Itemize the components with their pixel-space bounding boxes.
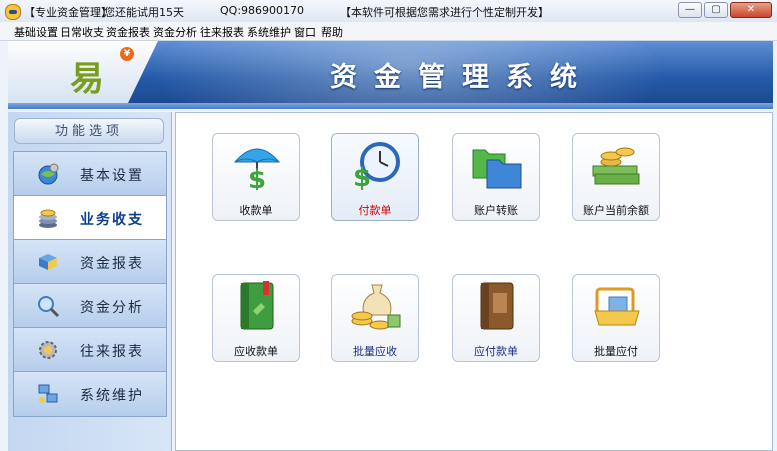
menu-analysis[interactable]: 资金分析 [153, 24, 197, 40]
menu-reports[interactable]: 资金报表 [106, 24, 150, 40]
menu-maintenance[interactable]: 系统维护 [247, 24, 291, 40]
payment-tile[interactable]: $ 付款单 [331, 133, 419, 221]
sidebar-item-label: 资金分析 [80, 300, 144, 316]
sidebar-list: 基本设置 业务收支 资金报表 资金分析 往来报表 系统维护 [13, 151, 167, 417]
tile-label: 账户转账 [474, 204, 518, 217]
menu-window[interactable]: 窗口 [294, 24, 316, 40]
payable-tile[interactable]: 应付款单 [452, 274, 540, 362]
tile-label: 批量应收 [353, 345, 397, 358]
app-title: 资金管理系统 [330, 62, 594, 93]
tile-label: 批量应付 [594, 345, 638, 358]
sidebar: 功能选项 基本设置 业务收支 资金报表 资金分析 往来报表 系统维护 [8, 112, 172, 451]
account-balance-tile[interactable]: 账户当前余额 [572, 133, 660, 221]
sidebar-item-label: 业务收支 [80, 212, 144, 228]
sidebar-item-system-maintenance[interactable]: 系统维护 [14, 372, 166, 416]
sidebar-item-label: 系统维护 [80, 388, 144, 404]
sidebar-header: 功能选项 [14, 118, 164, 144]
sidebar-item-fund-report[interactable]: 资金报表 [14, 240, 166, 284]
menu-bar: 基础设置 日常收支 资金报表 资金分析 往来报表 系统维护 窗口 帮助 [0, 22, 777, 41]
main-panel: $ 收款单 $ 付款单 账户转账 账户当前余额 应收款单 批量应收 应付款单 批… [175, 112, 773, 451]
sidebar-item-business[interactable]: 业务收支 [14, 196, 166, 240]
green-ledger-icon [240, 281, 274, 330]
menu-account-reports[interactable]: 往来报表 [200, 24, 244, 40]
gear-chart-icon [39, 341, 57, 359]
maximize-button[interactable]: ▢ [704, 2, 728, 18]
menu-daily[interactable]: 日常收支 [60, 24, 104, 40]
network-computer-icon [38, 384, 58, 403]
sidebar-item-basic-settings[interactable]: 基本设置 [14, 152, 166, 196]
money-bag-coins-icon [351, 284, 401, 330]
svg-text:$: $ [353, 163, 371, 190]
batch-payable-tile[interactable]: 批量应付 [572, 274, 660, 362]
magnifier-icon [38, 296, 60, 318]
tile-label: 付款单 [358, 204, 392, 217]
header-banner: 易 ¥ 资金管理系统 [8, 41, 773, 103]
yen-coin-icon: ¥ [120, 47, 134, 61]
title-trial: 您还能试用15天 [104, 6, 184, 19]
menu-basic-settings[interactable]: 基础设置 [14, 24, 58, 40]
wallet-card-icon [594, 287, 640, 326]
logo-character: 易 [70, 59, 104, 99]
receivable-tile[interactable]: 应收款单 [212, 274, 300, 362]
menu-help[interactable]: 帮助 [321, 24, 343, 40]
coin-stack-icon [39, 209, 57, 228]
sidebar-item-account-report[interactable]: 往来报表 [14, 328, 166, 372]
window-controls: — ▢ ✕ [678, 2, 772, 18]
receipt-tile[interactable]: $ 收款单 [212, 133, 300, 221]
folders-icon [472, 149, 522, 189]
tile-label: 收款单 [239, 204, 273, 217]
tile-label: 账户当前余额 [583, 204, 649, 217]
clock-dollar-icon: $ [353, 142, 400, 190]
title-qq: QQ:986900170 [220, 4, 305, 17]
close-button[interactable]: ✕ [730, 2, 772, 18]
tile-label: 应收款单 [234, 345, 278, 358]
sidebar-item-label: 往来报表 [80, 344, 144, 360]
batch-receivable-tile[interactable]: 批量应收 [331, 274, 419, 362]
account-transfer-tile[interactable]: 账户转账 [452, 133, 540, 221]
title-app-name: 【专业资金管理】 [24, 6, 112, 19]
title-bar: 【专业资金管理】 您还能试用15天 QQ:986900170 【本软件可根据您需… [0, 0, 777, 23]
report-book-icon [39, 254, 57, 270]
sidebar-item-label: 资金报表 [80, 256, 144, 272]
sidebar-item-label: 基本设置 [80, 168, 144, 184]
brand-logo: 易 ¥ [8, 41, 158, 103]
svg-text:$: $ [248, 165, 266, 190]
title-custom: 【本软件可根据您需求进行个性定制开发】 [340, 6, 549, 19]
tile-label: 应付款单 [474, 345, 518, 358]
brown-ledger-icon [480, 282, 514, 330]
umbrella-dollar-icon: $ [233, 148, 281, 190]
banner-strip [8, 103, 773, 109]
minimize-button[interactable]: — [678, 2, 702, 18]
settings-globe-icon [38, 163, 59, 185]
sidebar-item-fund-analysis[interactable]: 资金分析 [14, 284, 166, 328]
cash-coins-icon [592, 147, 640, 185]
app-logo-icon[interactable] [5, 4, 21, 20]
